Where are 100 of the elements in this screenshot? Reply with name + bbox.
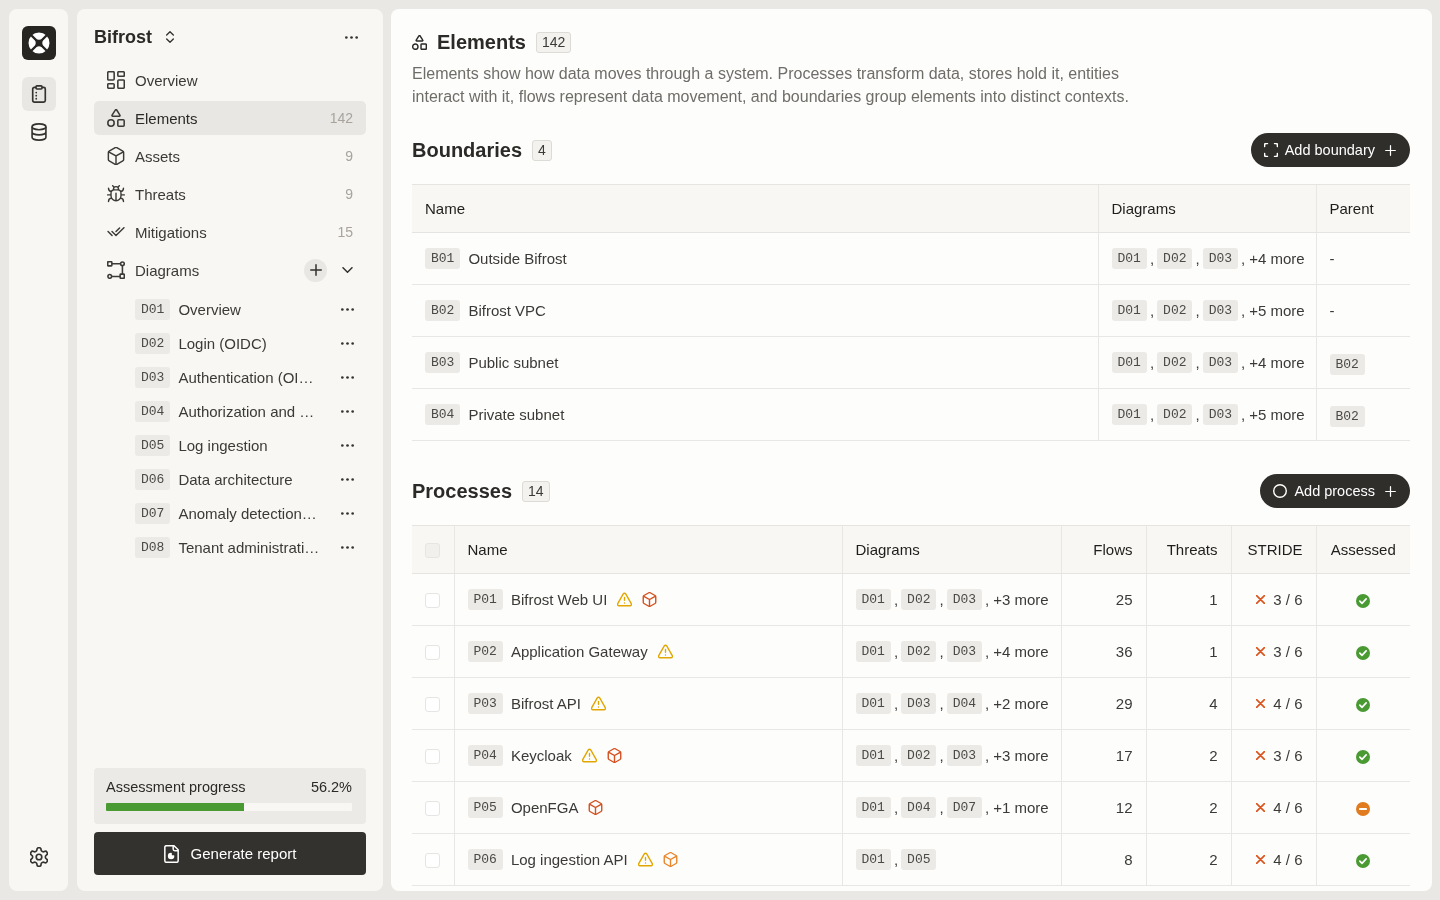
- list-separator: ,: [939, 643, 944, 660]
- item-count: 15: [337, 224, 353, 240]
- process-name: Log ingestion API: [510, 851, 628, 868]
- list-separator: ,: [893, 747, 899, 764]
- diagram-id: D03: [946, 745, 983, 766]
- more-icon[interactable]: [341, 545, 354, 549]
- diagram-id: D07: [946, 797, 983, 818]
- diagram-item[interactable]: D03 Authentication (OI…: [135, 366, 341, 388]
- column-header: Flows: [1061, 525, 1146, 574]
- checkbox[interactable]: [425, 697, 441, 713]
- checkbox[interactable]: [425, 593, 441, 609]
- list-separator: ,: [985, 643, 990, 660]
- checkbox[interactable]: [425, 853, 441, 869]
- nav-item[interactable]: Threats 9: [94, 177, 366, 211]
- diagram-id: D01: [855, 693, 891, 714]
- list-separator: ,: [893, 851, 899, 868]
- project-switcher[interactable]: Bifrost: [94, 26, 174, 48]
- diagram-id: D01: [1111, 300, 1147, 321]
- more-icon[interactable]: [341, 375, 354, 379]
- more-icon[interactable]: [341, 443, 354, 447]
- stride-score: 3 / 6: [1273, 643, 1303, 660]
- diagram-id: D01: [855, 589, 891, 610]
- more-icon[interactable]: [341, 477, 354, 481]
- cross-icon: [1256, 699, 1266, 708]
- more-icon[interactable]: [341, 511, 354, 515]
- table-cell: 25: [1061, 573, 1146, 626]
- cross-icon: [1256, 595, 1266, 604]
- progress-label: Assessment progress: [106, 779, 246, 796]
- diagram-id: D01: [855, 641, 891, 662]
- process-id: P01: [467, 589, 503, 610]
- more-icon[interactable]: [341, 409, 354, 413]
- progress-value: 56.2%: [310, 779, 352, 796]
- list-separator: ,: [939, 747, 944, 764]
- list-separator: ,: [1195, 250, 1200, 267]
- checkbox[interactable]: [425, 645, 441, 661]
- generate-report-button[interactable]: Generate report: [94, 832, 366, 875]
- chevron-down-icon[interactable]: [342, 267, 353, 273]
- process-name: Keycloak: [510, 747, 572, 764]
- double-check-icon: [107, 227, 125, 237]
- diagram-id: D02: [1157, 248, 1193, 269]
- page-title: Elements: [437, 30, 526, 54]
- table-cell: 17: [1061, 729, 1146, 782]
- diagram-id: D01: [855, 849, 891, 870]
- boundary-name: Private subnet: [468, 406, 565, 423]
- diagram-id: D02: [901, 589, 937, 610]
- checkbox[interactable]: [425, 801, 441, 817]
- diagram-id: D03: [946, 641, 983, 662]
- boundary-name: Outside Bifrost: [468, 250, 567, 267]
- diagram-id: D01: [1111, 248, 1147, 269]
- process-id: P06: [467, 849, 503, 870]
- column-header: Assessed: [1316, 525, 1410, 574]
- diagram-item[interactable]: D02 Login (OIDC): [135, 332, 341, 354]
- more-icon[interactable]: [345, 35, 358, 39]
- diagram-id: D05: [901, 849, 937, 870]
- nav-item[interactable]: Diagrams: [94, 253, 304, 287]
- list-separator: ,: [939, 799, 944, 816]
- diagram-item[interactable]: D05 Log ingestion: [135, 434, 341, 456]
- add-process-button[interactable]: Add process: [1260, 474, 1410, 508]
- more-icon[interactable]: [341, 341, 354, 345]
- process-name: Bifrost Web UI: [510, 591, 608, 608]
- diagram-id: D01: [855, 797, 891, 818]
- nav-item[interactable]: Assets 9: [94, 139, 366, 173]
- report-icon: [163, 844, 179, 863]
- add-diagram-button[interactable]: [304, 258, 327, 282]
- logo-icon[interactable]: [21, 26, 56, 60]
- diagram-item[interactable]: D08 Tenant administrati…: [135, 536, 341, 558]
- plus-icon: [309, 264, 322, 276]
- stride-score: 4 / 6: [1273, 695, 1303, 712]
- diagram-id: D01: [1111, 404, 1147, 425]
- diagram-id: D02: [1157, 352, 1193, 373]
- checkbox[interactable]: [425, 749, 441, 765]
- table-cell: 12: [1061, 781, 1146, 834]
- list-separator: ,: [1149, 302, 1155, 319]
- process-id: P05: [467, 797, 503, 818]
- add-boundary-button[interactable]: Add boundary: [1250, 133, 1410, 167]
- diagram-id: D06: [135, 468, 171, 490]
- section-title: Boundaries: [412, 138, 523, 162]
- corners-icon: [1263, 143, 1278, 157]
- diagram-id: D08: [135, 536, 171, 558]
- more-icon[interactable]: [341, 307, 354, 311]
- shapes-icon: [107, 109, 125, 127]
- process-id: P04: [467, 745, 503, 766]
- list-separator: ,: [985, 799, 990, 816]
- nav-item[interactable]: Overview: [94, 63, 366, 97]
- nav-item[interactable]: Mitigations 15: [94, 215, 366, 249]
- diagram-item[interactable]: D06 Data architecture: [135, 468, 341, 490]
- diagram-id: D01: [1111, 352, 1147, 373]
- diagram-id: D01: [855, 745, 891, 766]
- cross-icon: [1256, 855, 1266, 864]
- diagram-item[interactable]: D04 Authorization and …: [135, 400, 341, 422]
- diagram-id: D03: [946, 589, 983, 610]
- diagram-item[interactable]: D01 Overview: [135, 298, 341, 320]
- nav-item[interactable]: Elements 142: [94, 101, 366, 135]
- rail-button[interactable]: [21, 77, 56, 111]
- list-separator: ,: [939, 695, 944, 712]
- diagram-item[interactable]: D07 Anomaly detection…: [135, 502, 341, 524]
- list-separator: ,: [985, 747, 990, 764]
- table-cell: 1: [1146, 573, 1231, 626]
- cross-icon: [1256, 751, 1266, 760]
- list-separator: ,: [893, 643, 899, 660]
